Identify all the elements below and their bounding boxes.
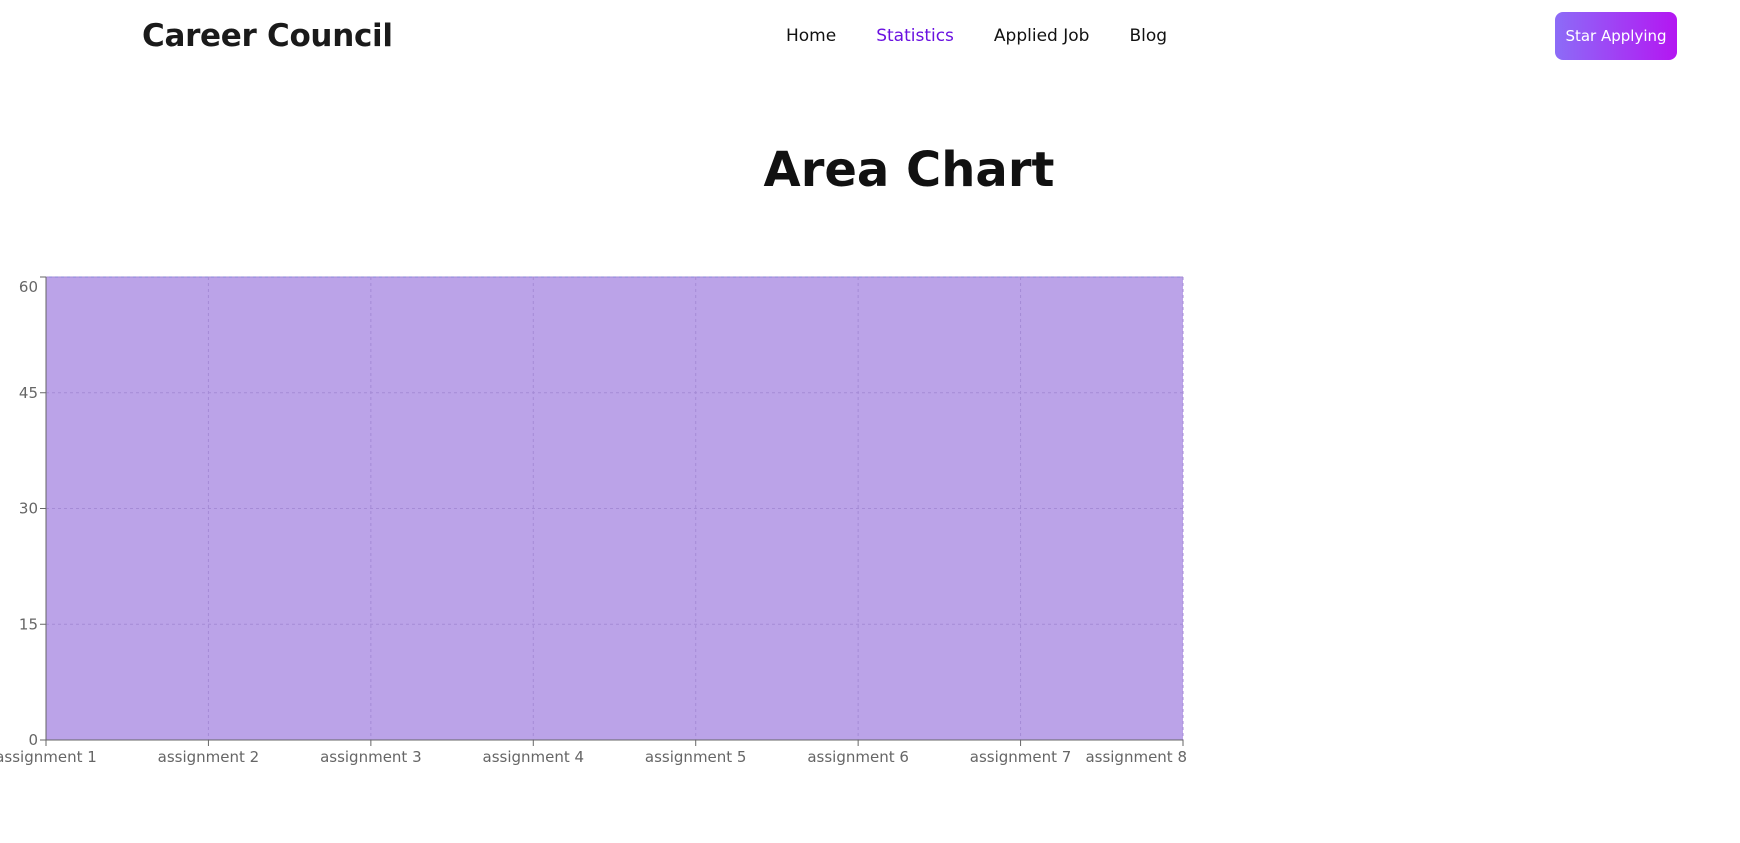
x-tick-label: assignment 1 [0, 748, 97, 766]
x-tick-label: assignment 5 [645, 748, 747, 766]
x-tick-label: assignment 4 [483, 748, 585, 766]
y-tick-label: 45 [19, 384, 38, 402]
x-tick-label: assignment 2 [158, 748, 260, 766]
area-chart: 0 15 30 45 60 assignment 1 assignment 2 assignm… [0, 276, 1187, 766]
x-tick-label: assignment 6 [807, 748, 909, 766]
y-tick-label: 0 [28, 731, 38, 749]
y-tick-label: 60 [19, 278, 38, 296]
x-tick-label: assignment 3 [320, 748, 422, 766]
y-tick-label: 15 [19, 615, 38, 633]
y-tick-label: 30 [19, 500, 38, 518]
x-tick-label: assignment 7 [970, 748, 1072, 766]
x-tick-label: assignment 8 [1085, 748, 1187, 766]
